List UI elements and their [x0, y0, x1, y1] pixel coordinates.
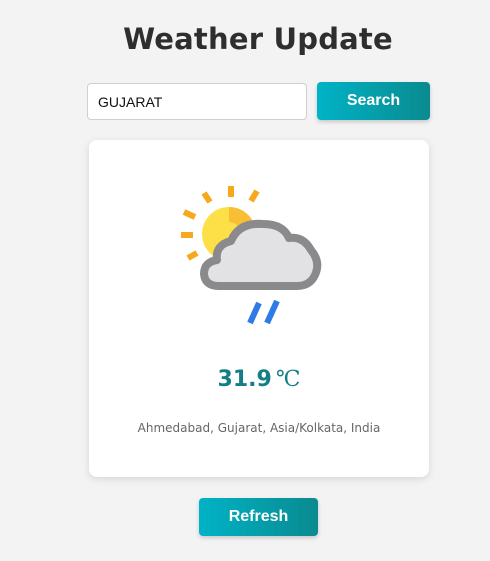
search-input[interactable] — [87, 83, 307, 120]
temperature-value: 31.9 — [217, 367, 272, 392]
search-button[interactable]: Search — [317, 82, 430, 120]
page-title: Weather Update — [123, 22, 393, 56]
weather-card: 31.9 ℃ Ahmedabad, Gujarat, Asia/Kolkata, … — [89, 140, 429, 477]
partly-cloudy-rain-icon — [181, 186, 322, 325]
location-text: Ahmedabad, Gujarat, Asia/Kolkata, India — [137, 421, 381, 435]
temperature-unit: ℃ — [275, 367, 301, 392]
refresh-button[interactable]: Refresh — [199, 498, 318, 536]
rain-icon — [247, 299, 280, 325]
temperature-readout: 31.9 ℃ — [89, 367, 429, 392]
